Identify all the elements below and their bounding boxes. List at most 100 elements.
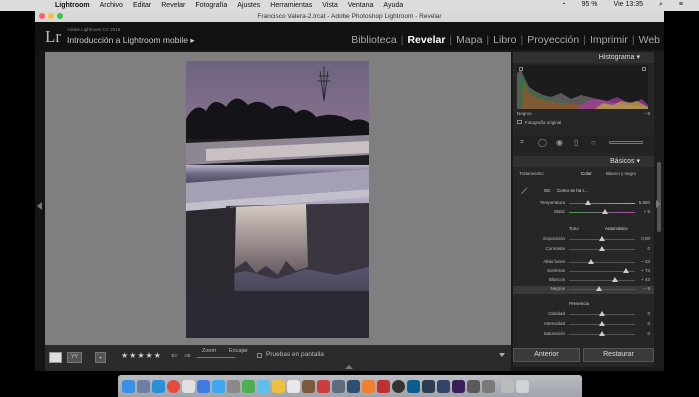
- finder-icon[interactable]: [122, 379, 135, 393]
- histogram-chart[interactable]: [517, 65, 648, 109]
- slider-knob[interactable]: [599, 236, 605, 241]
- contacts-icon[interactable]: [302, 379, 315, 393]
- slider-knob[interactable]: [622, 268, 629, 273]
- utility-icon[interactable]: [482, 379, 495, 393]
- module-proyeccion[interactable]: Proyección: [527, 34, 579, 46]
- notes-icon[interactable]: [272, 379, 285, 393]
- filezilla-icon[interactable]: [347, 379, 360, 393]
- slider-knob[interactable]: [612, 277, 619, 282]
- rating-stars[interactable]: ★★★★★: [121, 351, 162, 360]
- tone-slider-3[interactable]: Sombras + 73: [513, 268, 654, 276]
- launchpad-icon[interactable]: [137, 379, 150, 393]
- wb-preset-select[interactable]: Como se ha t…: [557, 188, 588, 193]
- preview-icon[interactable]: [332, 379, 345, 393]
- slider-knob[interactable]: [599, 331, 605, 336]
- module-revelar[interactable]: Revelar: [407, 34, 445, 46]
- spot-removal-icon[interactable]: ◯: [538, 138, 547, 147]
- zoom-slider[interactable]: [197, 357, 235, 358]
- slider-track[interactable]: [569, 280, 635, 281]
- slider-value[interactable]: – 33: [641, 259, 650, 264]
- module-libro[interactable]: Libro: [493, 34, 516, 46]
- treatment-color-option[interactable]: Color: [581, 171, 592, 176]
- module-imprimir[interactable]: Imprimir: [590, 34, 628, 46]
- search-icon[interactable]: ⌕: [659, 1, 663, 9]
- filmstrip-toggle-icon[interactable]: [345, 365, 353, 369]
- photoshop-icon[interactable]: [422, 379, 435, 393]
- left-panel-toggle[interactable]: [35, 50, 45, 371]
- reminders-icon[interactable]: [317, 379, 330, 393]
- temperature-slider[interactable]: Temperatura 5.850: [513, 200, 654, 208]
- slider-knob[interactable]: [599, 311, 605, 316]
- presence-slider-0[interactable]: Claridad 0: [513, 311, 654, 319]
- radial-filter-icon[interactable]: ○: [591, 138, 596, 147]
- presence-slider-1[interactable]: Intensidad 0: [513, 321, 654, 329]
- menu-lightroom[interactable]: Lightroom: [55, 2, 90, 9]
- minimize-icon[interactable]: [48, 13, 54, 19]
- right-panel-scrollbar[interactable]: [654, 52, 664, 367]
- menu-vista[interactable]: Vista: [322, 2, 337, 9]
- zoom-icon[interactable]: [57, 13, 63, 19]
- module-mapa[interactable]: Mapa: [456, 34, 482, 46]
- menu-archivo[interactable]: Archivo: [100, 2, 123, 9]
- downloads-icon[interactable]: [501, 379, 514, 393]
- treatment-bw-option[interactable]: Blanco y negro: [606, 171, 636, 176]
- slider-value[interactable]: 0: [647, 331, 650, 336]
- chrome-icon[interactable]: [167, 379, 180, 393]
- slider-track[interactable]: [569, 262, 635, 263]
- scrollbar-thumb[interactable]: [657, 162, 661, 232]
- next-photo-icon[interactable]: ⇒: [184, 351, 191, 360]
- module-web[interactable]: Web: [639, 34, 660, 46]
- auto-tone-button[interactable]: Automático: [605, 226, 628, 231]
- red-eye-icon[interactable]: ◉: [556, 138, 563, 147]
- softproof-checkbox[interactable]: [257, 353, 262, 358]
- fit-label[interactable]: Encajar: [229, 348, 248, 354]
- toolbar-menu-icon[interactable]: [499, 353, 505, 357]
- module-biblioteca[interactable]: Biblioteca: [351, 34, 397, 46]
- adjustment-brush-icon[interactable]: [609, 141, 643, 144]
- menu-ventana[interactable]: Ventana: [348, 2, 374, 9]
- battery-status[interactable]: 95 %: [582, 1, 598, 9]
- slider-value[interactable]: 0: [647, 246, 650, 251]
- skype-icon[interactable]: [257, 379, 270, 393]
- app-store-icon[interactable]: [212, 379, 225, 393]
- calendar-icon[interactable]: [287, 379, 300, 393]
- photo-canvas[interactable]: [45, 52, 511, 345]
- loupe-view-icon[interactable]: [49, 352, 62, 363]
- menu-ayuda[interactable]: Ayuda: [383, 2, 403, 9]
- wifi-icon[interactable]: ◔: [561, 1, 565, 9]
- safari-icon[interactable]: [152, 379, 165, 393]
- slider-knob[interactable]: [599, 321, 605, 326]
- tone-slider-0[interactable]: Exposición 0,00: [513, 236, 654, 244]
- slider-knob[interactable]: [588, 259, 595, 264]
- crop-tool-icon[interactable]: ⌗: [520, 139, 524, 147]
- menu-list-icon[interactable]: ≡: [679, 1, 683, 9]
- trash-icon[interactable]: [516, 379, 529, 393]
- shadow-clip-indicator[interactable]: [519, 67, 523, 71]
- premiere-icon[interactable]: [452, 379, 465, 393]
- lightroom-dock-icon[interactable]: [437, 379, 450, 393]
- catalog-name[interactable]: Introducción a Lightroom mobile ▸: [67, 35, 195, 46]
- graduated-filter-icon[interactable]: ▯: [574, 138, 578, 147]
- acrobat-icon[interactable]: [377, 379, 390, 393]
- menu-herramientas[interactable]: Herramientas: [270, 2, 312, 9]
- basics-header[interactable]: Básicos ▾: [513, 156, 654, 167]
- media-app-icon[interactable]: [392, 379, 405, 393]
- menu-fotografia[interactable]: Fotografía: [195, 2, 227, 9]
- softproof-label[interactable]: Pruebas en pantalla: [266, 351, 324, 358]
- slider-knob[interactable]: [596, 286, 603, 291]
- slider-value[interactable]: 0,00: [641, 236, 650, 241]
- tone-slider-4[interactable]: Blancos + 43: [513, 277, 654, 285]
- mail-icon[interactable]: [197, 379, 210, 393]
- tint-slider[interactable]: Matiz + 5: [513, 209, 654, 217]
- slider-value[interactable]: – 8: [644, 286, 650, 291]
- browser-app-icon[interactable]: [407, 379, 420, 393]
- slider-value[interactable]: 0: [647, 321, 650, 326]
- menu-ajustes[interactable]: Ajustes: [237, 2, 260, 9]
- prev-photo-icon[interactable]: ⇐: [171, 351, 178, 360]
- tone-slider-1[interactable]: Contraste 0: [513, 246, 654, 254]
- slider-value[interactable]: + 43: [641, 277, 650, 282]
- compare-icon[interactable]: ▾: [95, 352, 106, 363]
- slider-value[interactable]: + 73: [641, 268, 650, 273]
- arrow-right-icon[interactable]: [656, 200, 661, 208]
- white-balance-selector-icon[interactable]: ⟋: [521, 186, 531, 196]
